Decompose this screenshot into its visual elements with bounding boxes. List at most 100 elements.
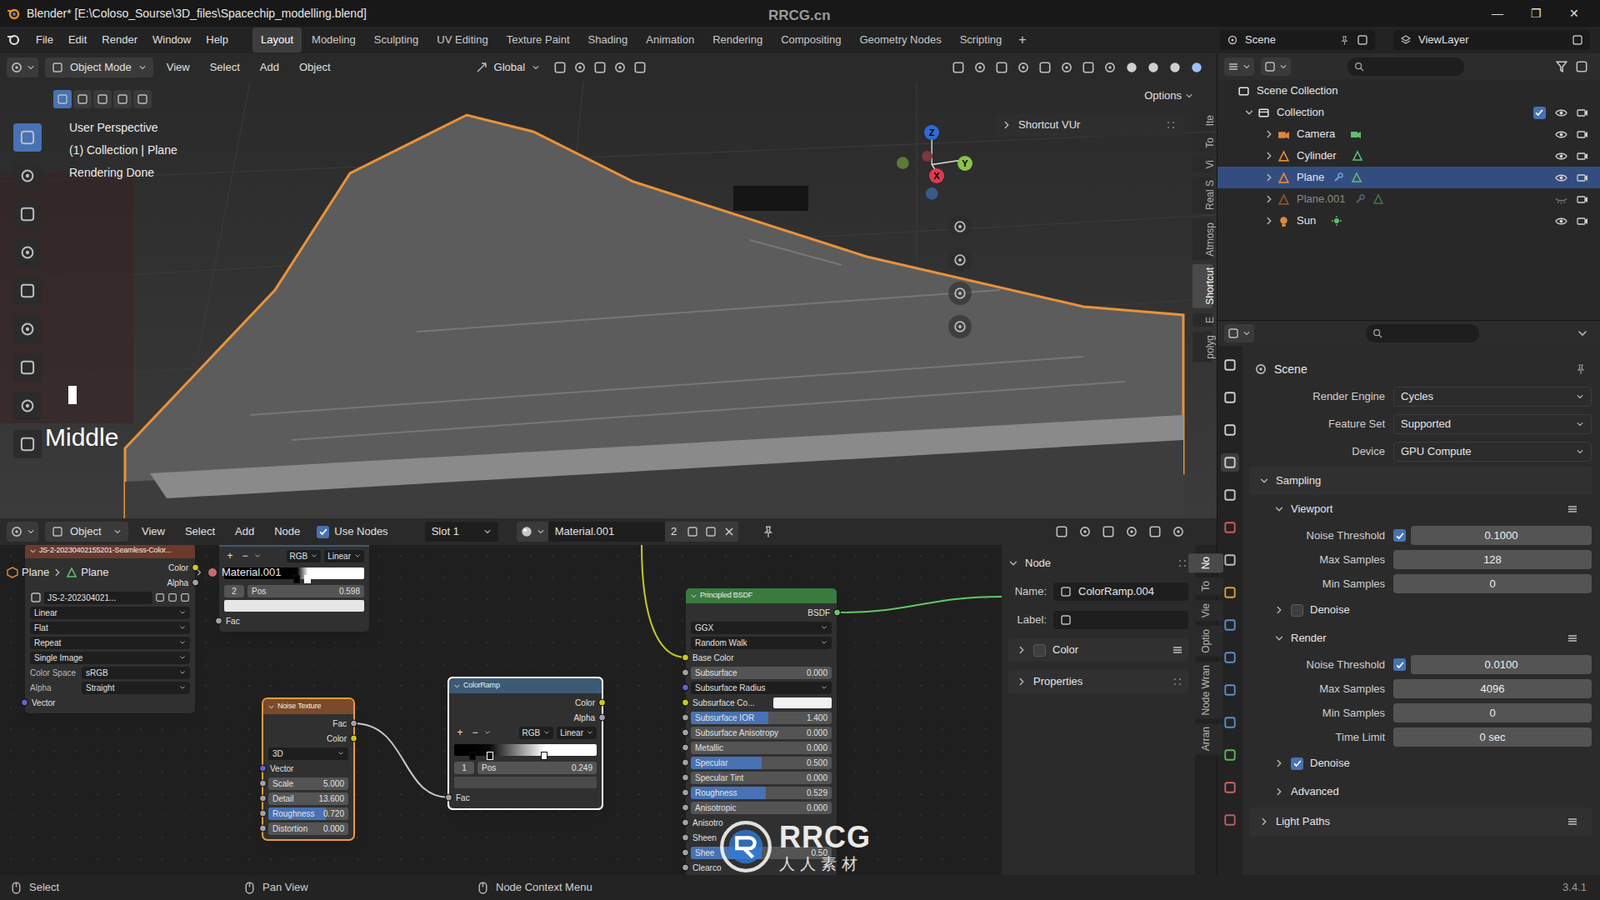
socket[interactable] bbox=[259, 825, 267, 833]
navigation-gizmo[interactable]: ZYX bbox=[883, 123, 984, 215]
node-slider[interactable]: Roughness0.720 bbox=[268, 807, 349, 820]
shader-type-dropdown[interactable]: Object bbox=[45, 521, 129, 542]
ramp-interpolation-dropdown[interactable]: Linear bbox=[556, 726, 597, 740]
scene-selector[interactable]: Scene bbox=[1220, 30, 1375, 50]
node-canvas[interactable]: JS-2-20230402155201-Seamless-Color...Col… bbox=[0, 545, 1002, 875]
node-header[interactable]: JS-2-20230402155201-Seamless-Color... bbox=[25, 545, 195, 559]
orientation-dropdown[interactable]: Global bbox=[469, 57, 548, 78]
check-panel-header[interactable]: Color bbox=[1008, 638, 1189, 662]
socket[interactable] bbox=[681, 849, 690, 857]
tool-button[interactable] bbox=[13, 276, 42, 305]
sidebar-tab[interactable]: Ite bbox=[1192, 111, 1213, 130]
socket[interactable] bbox=[681, 759, 690, 767]
node-slider[interactable]: Distortion0.000 bbox=[268, 822, 349, 835]
property-dropdown[interactable]: Supported bbox=[1393, 414, 1592, 435]
properties-tab[interactable] bbox=[1220, 420, 1240, 440]
menu-item[interactable]: File bbox=[28, 28, 61, 52]
socket[interactable] bbox=[681, 864, 690, 872]
render-toggle[interactable] bbox=[1571, 150, 1594, 162]
node[interactable]: JS-2-20230402155201-Seamless-Color...Col… bbox=[25, 545, 195, 714]
ramp-button[interactable]: + bbox=[454, 725, 466, 740]
tool-button[interactable] bbox=[13, 430, 42, 459]
workspace-tab[interactable]: Texture Paint bbox=[498, 27, 579, 53]
material-selector[interactable]: Material.0012 bbox=[516, 521, 739, 542]
viewport-menu[interactable]: Object bbox=[292, 59, 338, 76]
checkbox[interactable] bbox=[1290, 757, 1304, 770]
render-toggle[interactable] bbox=[1571, 215, 1594, 227]
workspace-tab[interactable]: UV Editing bbox=[428, 27, 496, 53]
workspace-tab[interactable]: Layout bbox=[252, 27, 302, 53]
ramp-stop[interactable] bbox=[304, 575, 311, 584]
sidebar-tab[interactable]: Arran bbox=[1188, 723, 1224, 755]
sidebar-tab[interactable]: Optio bbox=[1188, 625, 1224, 657]
options-dropdown[interactable]: Options bbox=[1137, 86, 1200, 105]
properties-search[interactable] bbox=[1365, 324, 1480, 343]
properties-tab[interactable] bbox=[1220, 485, 1240, 505]
navigation-button[interactable] bbox=[948, 315, 972, 339]
node-slider[interactable]: Subsurface IOR1.400 bbox=[690, 711, 832, 725]
node-header[interactable]: Principled BSDF bbox=[685, 588, 837, 604]
node-slider[interactable]: Specular0.500 bbox=[690, 756, 832, 770]
3d-viewport[interactable]: User Perspective(1) Collection | PlaneRe… bbox=[0, 81, 1217, 519]
socket[interactable] bbox=[598, 699, 606, 707]
sidebar-tab[interactable]: To bbox=[1188, 577, 1224, 595]
material-action-button[interactable] bbox=[683, 521, 702, 542]
render-toggle[interactable] bbox=[1571, 171, 1594, 184]
node-slider[interactable]: Anisotropic0.000 bbox=[690, 801, 832, 815]
panel-header[interactable]: Light Paths bbox=[1249, 807, 1592, 836]
socket[interactable] bbox=[445, 794, 453, 802]
node-slider[interactable]: Scale5.000 bbox=[268, 777, 349, 790]
render-toggle[interactable] bbox=[1571, 106, 1594, 119]
material-browse-button[interactable] bbox=[516, 521, 549, 542]
sidebar-panel-header[interactable]: Shortcut VUr bbox=[995, 113, 1184, 137]
node[interactable]: Principled BSDFBSDFGGXRandom WalkBase Co… bbox=[685, 588, 837, 875]
node-panel-header[interactable]: Node bbox=[1008, 553, 1189, 574]
outliner-row[interactable]: Plane bbox=[1217, 166, 1600, 189]
ramp-button[interactable]: + bbox=[224, 548, 236, 564]
workspace-tab[interactable]: Geometry Nodes bbox=[850, 27, 950, 53]
sidebar-tab[interactable]: Vi bbox=[1192, 156, 1213, 172]
node[interactable]: Noise TextureFacColor3DVectorScale5.000D… bbox=[263, 699, 354, 840]
tool-button[interactable] bbox=[13, 161, 42, 190]
socket[interactable] bbox=[681, 774, 690, 782]
viewport-menu[interactable]: Select bbox=[203, 59, 247, 76]
selection-mode-button[interactable] bbox=[133, 90, 152, 109]
node-dropdown[interactable]: Subsurface Radius bbox=[690, 681, 832, 695]
properties-tab[interactable] bbox=[1220, 615, 1240, 635]
stop-position-field[interactable]: Pos0.598 bbox=[247, 585, 365, 598]
tool-button[interactable] bbox=[13, 238, 42, 267]
socket[interactable] bbox=[681, 729, 690, 737]
number-field[interactable]: 0 bbox=[1393, 574, 1592, 594]
socket[interactable] bbox=[350, 735, 358, 743]
socket[interactable] bbox=[215, 617, 223, 625]
outliner-item-label[interactable]: Plane.001 bbox=[1296, 190, 1346, 208]
node-editor-menu[interactable]: Node bbox=[267, 523, 307, 540]
node-editor-menu[interactable]: Add bbox=[228, 523, 261, 540]
properties-tab[interactable] bbox=[1220, 745, 1240, 765]
checkbox[interactable] bbox=[1033, 644, 1046, 657]
node-dropdown[interactable]: 3D bbox=[268, 747, 349, 760]
checkbox[interactable] bbox=[1290, 604, 1304, 617]
editor-type-button[interactable] bbox=[6, 57, 39, 78]
node-slider[interactable]: Shee0.50 bbox=[690, 846, 832, 860]
workspace-tab[interactable]: Modeling bbox=[303, 27, 365, 53]
material-users[interactable]: 2 bbox=[665, 521, 684, 542]
use-nodes-toggle[interactable]: Use Nodes bbox=[316, 523, 388, 540]
panel-header[interactable]: Viewport bbox=[1249, 495, 1592, 524]
visibility-toggle[interactable] bbox=[1550, 215, 1572, 228]
outliner-row[interactable]: Cylinder bbox=[1217, 145, 1600, 167]
expand-toggle[interactable] bbox=[1260, 215, 1278, 227]
node-dropdown[interactable]: Random Walk bbox=[690, 636, 832, 650]
expand-toggle[interactable] bbox=[1260, 128, 1278, 140]
ramp-stop[interactable] bbox=[540, 751, 548, 760]
ramp-stop[interactable] bbox=[486, 751, 494, 760]
stop-color-field[interactable] bbox=[454, 776, 597, 789]
visibility-toggle[interactable] bbox=[1550, 193, 1572, 206]
socket[interactable] bbox=[681, 714, 690, 722]
tool-button[interactable] bbox=[13, 391, 42, 420]
workspace-tab[interactable]: Shading bbox=[580, 27, 637, 53]
socket[interactable] bbox=[350, 720, 358, 728]
outliner-search[interactable] bbox=[1347, 57, 1465, 76]
outliner-row[interactable]: Sun bbox=[1217, 210, 1600, 232]
check-panel-header[interactable]: Denoise bbox=[1249, 749, 1592, 778]
